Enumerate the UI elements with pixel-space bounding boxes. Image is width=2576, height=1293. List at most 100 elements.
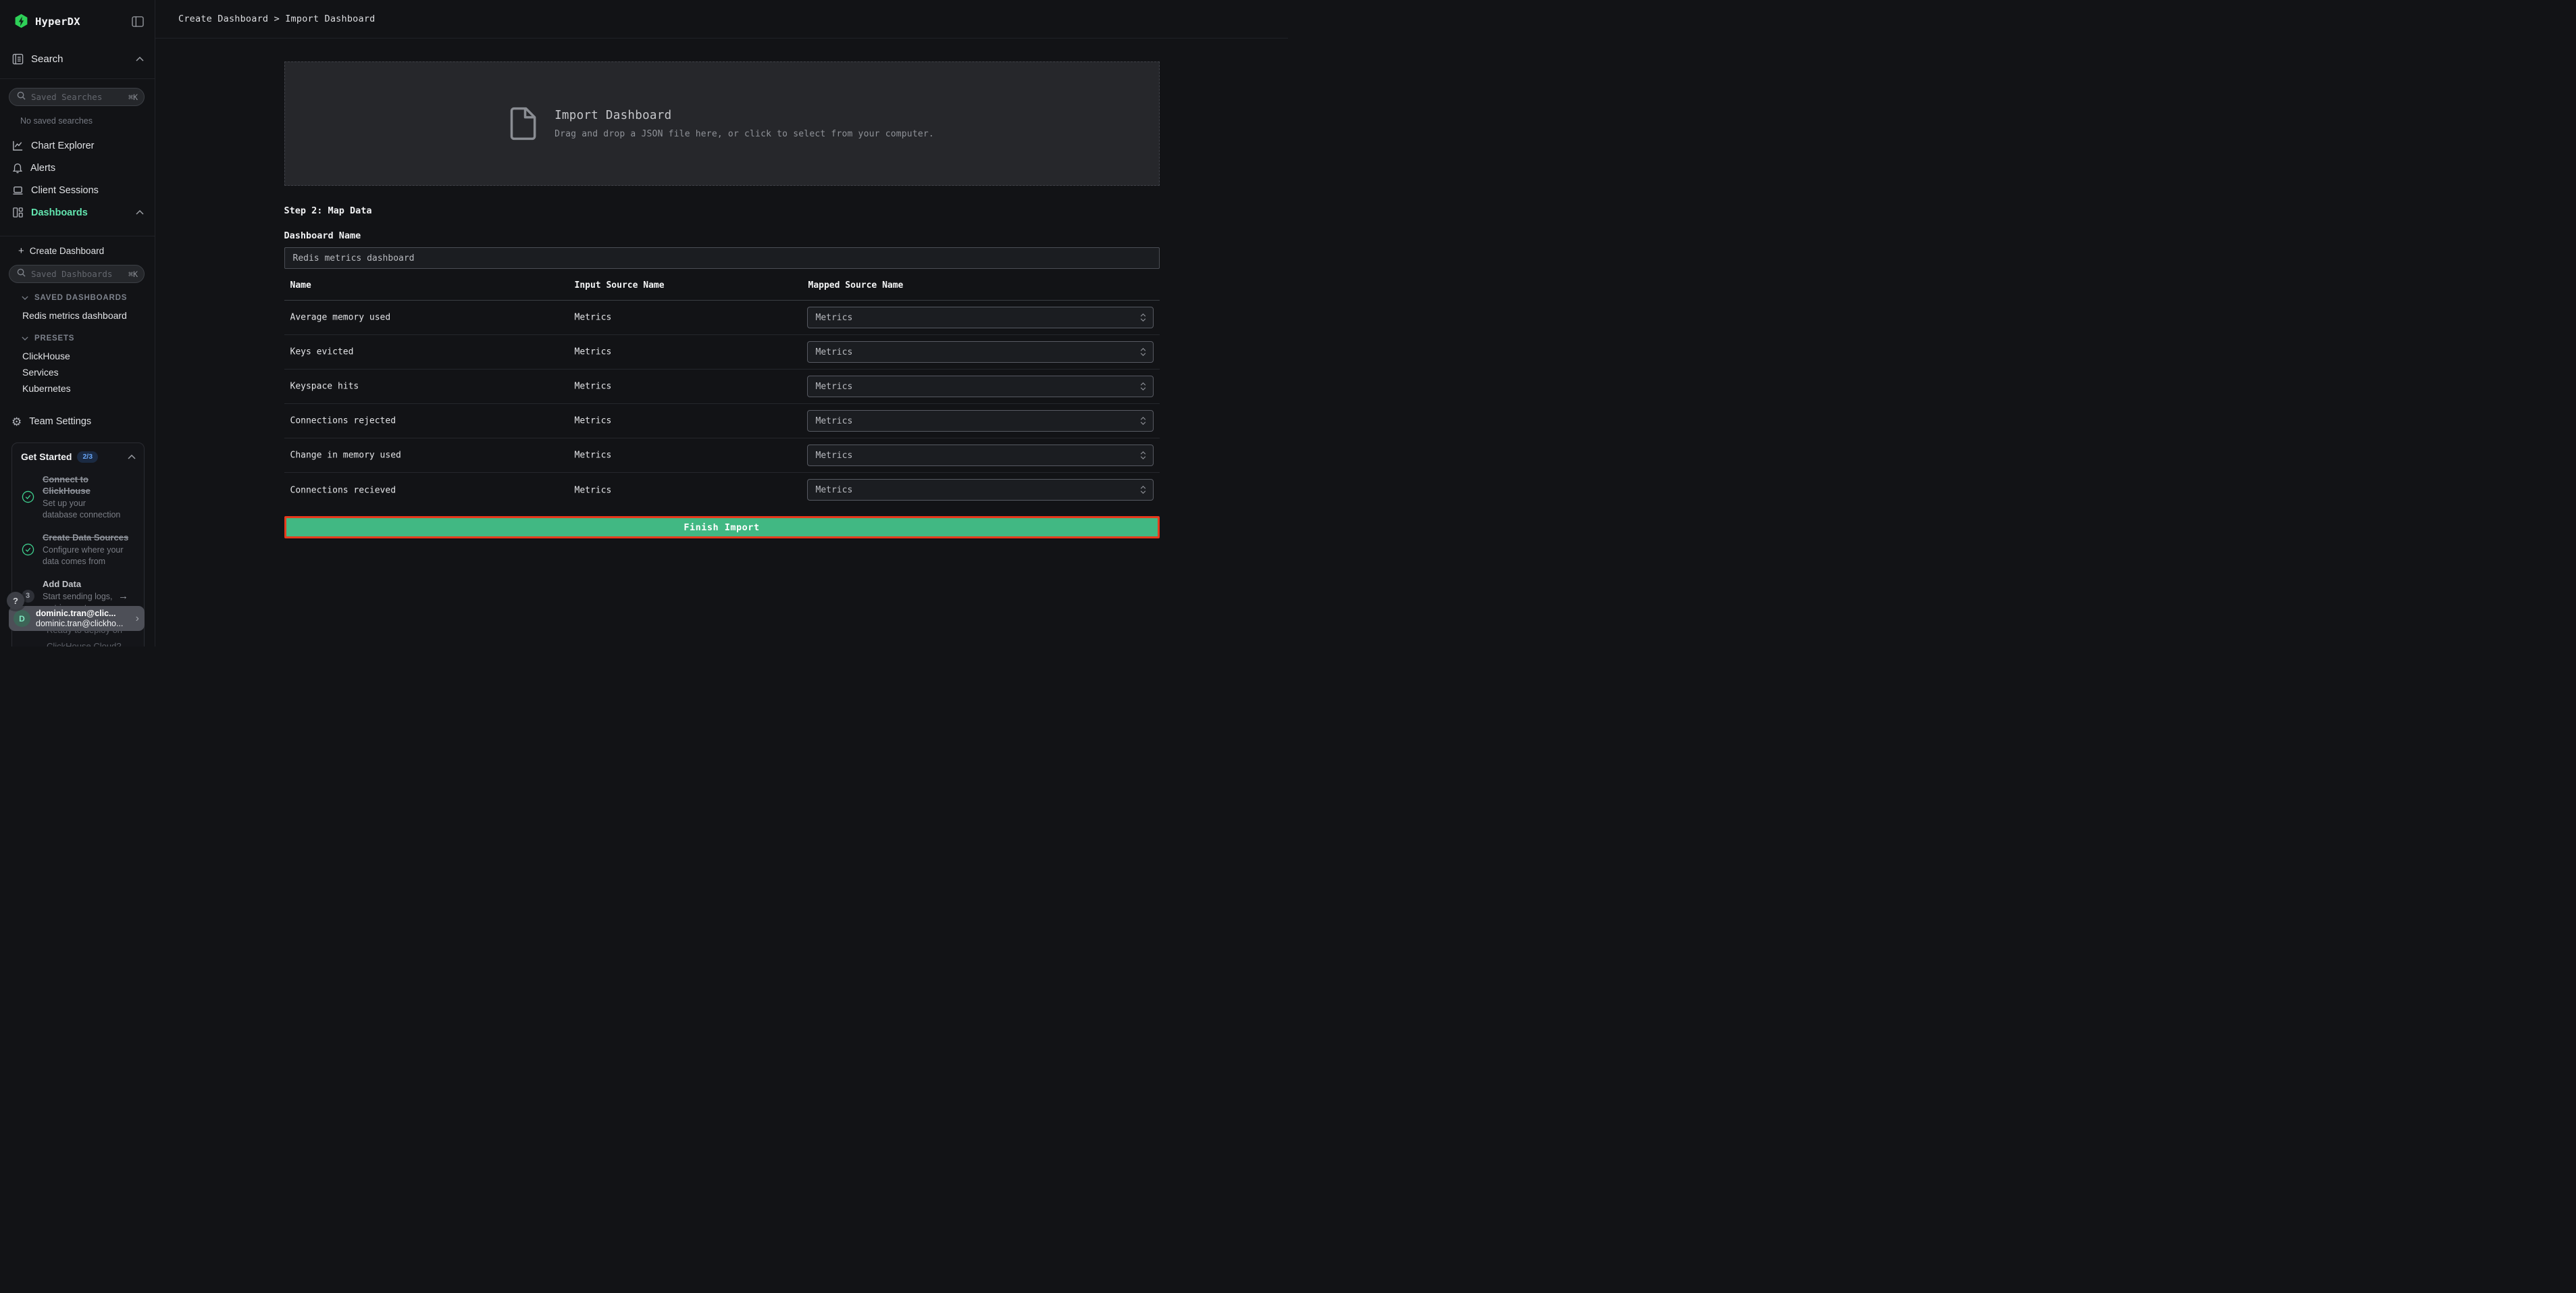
step-2-title: Step 2: Map Data [284, 205, 1160, 216]
finish-import-button[interactable]: Finish Import [284, 516, 1160, 538]
dropzone-subtitle: Drag and drop a JSON file here, or click… [555, 129, 934, 139]
saved-dashboards-input[interactable] [31, 269, 128, 279]
get-started-step-sources[interactable]: Create Data Sources Configure where your… [21, 532, 136, 567]
mapped-source-select[interactable]: Metrics [807, 376, 1154, 397]
row-input-source: Metrics [575, 382, 612, 392]
select-chevrons-icon [1140, 417, 1146, 425]
row-input-source: Metrics [575, 451, 612, 461]
search-section-icon [12, 53, 24, 65]
chevron-up-icon[interactable] [136, 210, 144, 215]
dropzone-title: Import Dashboard [555, 109, 934, 122]
select-chevrons-icon [1140, 348, 1146, 356]
team-settings-button[interactable]: ⚙ Team Settings [0, 413, 155, 430]
sidebar-item-search[interactable]: Search [0, 51, 155, 66]
saved-dashboards-section-toggle[interactable]: SAVED DASHBOARDS [0, 292, 155, 304]
user-name: dominic.tran@clic... [36, 609, 133, 619]
breadcrumb: Create Dashboard > Import Dashboard [178, 14, 375, 24]
file-icon [509, 107, 536, 141]
table-row: Change in memory used Metrics Metrics [284, 438, 1160, 473]
gear-icon: ⚙ [11, 416, 22, 428]
user-menu[interactable]: D dominic.tran@clic... dominic.tran@clic… [9, 606, 145, 631]
saved-dashboards-searchbox[interactable]: ⌘K [9, 265, 145, 283]
sidebar-header: HyperDX [0, 0, 155, 29]
col-header-input-source: Input Source Name [575, 280, 665, 290]
chevron-down-icon [22, 296, 28, 300]
hyperdx-logo-icon [14, 14, 29, 29]
table-row: Connections rejected Metrics Metrics [284, 404, 1160, 438]
sidebar: HyperDX Search ⌘K No saved searches Char… [0, 0, 155, 646]
select-chevrons-icon [1140, 313, 1146, 322]
arrow-right-icon: → [118, 590, 128, 602]
search-icon [17, 91, 26, 103]
mapped-source-select[interactable]: Metrics [807, 479, 1154, 501]
saved-dashboard-item[interactable]: Redis metrics dashboard [0, 307, 155, 324]
plus-icon: + [18, 245, 24, 257]
dashboards-icon [12, 207, 24, 218]
step-title: Connect to ClickHouse [43, 474, 122, 497]
chevron-up-icon[interactable] [128, 455, 136, 459]
progress-badge: 2/3 [77, 451, 98, 463]
chevron-right-icon: › [136, 613, 139, 625]
bell-icon [12, 162, 23, 174]
dashboard-name-input[interactable] [284, 247, 1160, 269]
row-name: Change in memory used [290, 451, 401, 461]
row-input-source: Metrics [575, 313, 612, 323]
dashboard-name-label: Dashboard Name [284, 230, 1160, 241]
chart-icon [12, 140, 24, 151]
step-title: Create Data Sources [43, 532, 130, 543]
mapped-source-select[interactable]: Metrics [807, 410, 1154, 432]
help-button[interactable]: ? [7, 592, 24, 609]
chevron-up-icon[interactable] [136, 57, 144, 61]
row-input-source: Metrics [575, 485, 612, 495]
collapse-sidebar-icon[interactable] [132, 16, 144, 27]
json-dropzone[interactable]: Import Dashboard Drag and drop a JSON fi… [284, 61, 1160, 186]
check-circle-icon [21, 532, 34, 567]
create-dashboard-button[interactable]: + Create Dashboard [0, 240, 155, 262]
mapped-source-select[interactable]: Metrics [807, 307, 1154, 328]
saved-searches-searchbox[interactable]: ⌘K [9, 88, 145, 106]
get-started-step-connect[interactable]: Connect to ClickHouse Set up your databa… [21, 474, 136, 521]
divider [0, 78, 155, 79]
saved-searches-input[interactable] [31, 92, 128, 102]
sidebar-item-client-sessions[interactable]: Client Sessions [0, 179, 155, 201]
table-row: Average memory used Metrics Metrics [284, 301, 1160, 335]
select-chevrons-icon [1140, 486, 1146, 494]
sidebar-item-chart-explorer[interactable]: Chart Explorer [0, 134, 155, 157]
sidebar-nav: Chart Explorer Alerts Client Sessions Da… [0, 134, 155, 224]
shortcut-badge: ⌘K [128, 270, 138, 279]
row-name: Keyspace hits [290, 382, 359, 392]
select-chevrons-icon [1140, 451, 1146, 459]
sidebar-item-dashboards[interactable]: Dashboards [0, 201, 155, 224]
preset-item-services[interactable]: Services [0, 364, 155, 380]
row-input-source: Metrics [575, 347, 612, 357]
app-title: HyperDX [35, 16, 80, 28]
search-label: Search [31, 53, 63, 65]
mapped-source-select[interactable]: Metrics [807, 341, 1154, 363]
select-chevrons-icon [1140, 382, 1146, 390]
shortcut-badge: ⌘K [128, 93, 138, 102]
row-name: Keys evicted [290, 347, 354, 357]
table-row: Keyspace hits Metrics Metrics [284, 370, 1160, 404]
topbar: Create Dashboard > Import Dashboard [155, 0, 1288, 39]
row-input-source: Metrics [575, 416, 612, 426]
get-started-title: Get Started [21, 451, 72, 462]
table-row: Connections recieved Metrics Metrics [284, 473, 1160, 507]
import-dashboard-content: Import Dashboard Drag and drop a JSON fi… [284, 61, 1160, 538]
step-desc: Configure where your data comes from [43, 544, 130, 567]
no-saved-searches-note: No saved searches [0, 116, 155, 126]
preset-item-clickhouse[interactable]: ClickHouse [0, 348, 155, 364]
check-circle-icon [21, 474, 34, 521]
col-header-mapped-source: Mapped Source Name [808, 280, 904, 290]
row-name: Connections rejected [290, 416, 396, 426]
laptop-icon [12, 185, 24, 196]
preset-item-kubernetes[interactable]: Kubernetes [0, 380, 155, 397]
row-name: Connections recieved [290, 485, 396, 495]
user-email: dominic.tran@clickho... [36, 619, 133, 629]
sidebar-item-alerts[interactable]: Alerts [0, 157, 155, 179]
mapping-table: Name Input Source Name Mapped Source Nam… [284, 269, 1160, 507]
presets-section-toggle[interactable]: PRESETS [0, 332, 155, 345]
step-desc: Set up your database connection [43, 498, 122, 521]
search-icon [17, 268, 26, 280]
mapped-source-select[interactable]: Metrics [807, 445, 1154, 466]
avatar: D [14, 610, 30, 627]
